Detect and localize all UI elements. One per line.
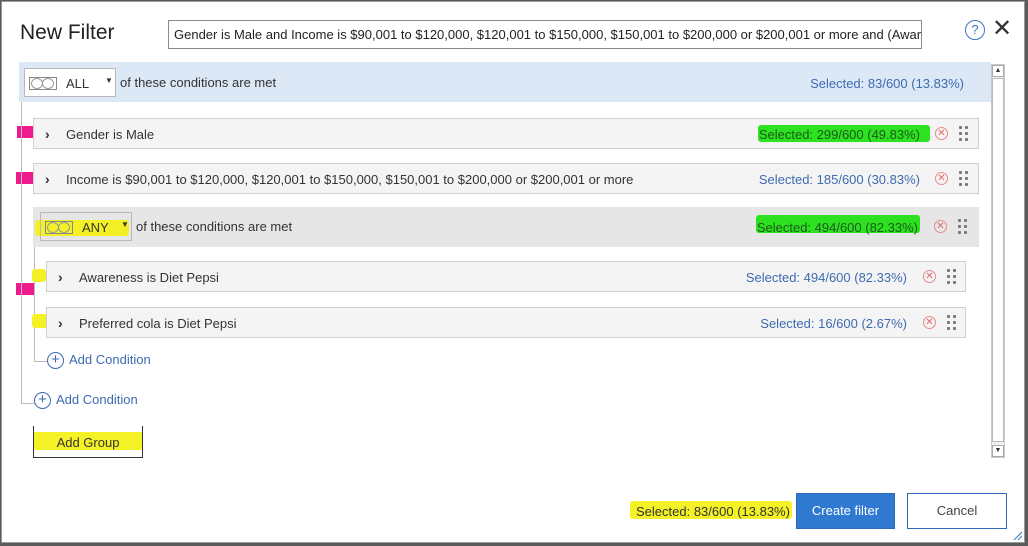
drag-handle-icon[interactable] [959,171,969,187]
condition-label: Preferred cola is Diet Pepsi [79,316,237,331]
highlight-mark [32,269,46,282]
condition-label: Gender is Male [66,127,155,142]
highlight-mark [16,283,34,295]
tree-connector [34,361,48,362]
caret-down-icon: ▼ [105,76,113,85]
new-filter-dialog: New Filter Gender is Male and Income is … [1,1,1025,543]
remove-circle-icon[interactable]: ✕ [935,127,948,140]
root-group-selected: Selected: 83/600 (13.83%) [810,76,964,91]
condition-selected: Selected: 16/600 (2.67%) [760,316,907,331]
add-group-button[interactable]: Add Group [33,426,143,458]
add-condition-label: Add Condition [69,352,151,367]
venn-icon [29,77,57,90]
condition-row[interactable]: › Gender is Male Selected: 299/600 (49.8… [33,118,979,149]
chevron-right-icon[interactable]: › [58,315,63,331]
condition-selected: Selected: 299/600 (49.83%) [758,127,920,142]
add-condition-root[interactable]: + Add Condition [34,392,138,410]
filter-summary-field[interactable]: Gender is Male and Income is $90,001 to … [168,20,922,49]
help-icon[interactable]: ? [965,20,985,40]
scroll-down-icon[interactable]: ▼ [992,445,1004,457]
sub-operator-dropdown[interactable]: ANY ▼ [40,212,132,241]
cancel-button[interactable]: Cancel [907,493,1007,529]
close-icon[interactable]: ✕ [992,17,1012,41]
venn-icon [45,221,73,234]
drag-handle-icon[interactable] [947,269,957,285]
chevron-right-icon[interactable]: › [45,171,50,187]
remove-circle-icon[interactable]: ✕ [934,220,947,233]
condition-selected: Selected: 494/600 (82.33%) [745,270,907,285]
sub-group-label: of these conditions are met [136,219,293,234]
sub-group-selected: Selected: 494/600 (82.33%) [756,220,918,235]
condition-row[interactable]: › Income is $90,001 to $120,000, $120,00… [33,163,979,194]
tree-connector [34,247,35,362]
plus-circle-icon: + [47,352,64,370]
remove-circle-icon[interactable]: ✕ [923,270,936,283]
vertical-scrollbar[interactable]: ▲ ▼ [991,64,1005,458]
sub-operator-value: ANY [82,220,109,235]
chevron-right-icon[interactable]: › [58,269,63,285]
chevron-right-icon[interactable]: › [45,126,50,142]
add-condition-sub[interactable]: + Add Condition [47,352,151,370]
remove-circle-icon[interactable]: ✕ [935,172,948,185]
condition-selected: Selected: 185/600 (30.83%) [758,172,920,187]
create-filter-button[interactable]: Create filter [796,493,895,529]
tree-connector [21,403,35,404]
sub-condition-row[interactable]: › Awareness is Diet Pepsi Selected: 494/… [46,261,966,292]
root-operator-dropdown[interactable]: ALL ▼ [24,68,116,97]
remove-circle-icon[interactable]: ✕ [923,316,936,329]
add-condition-label: Add Condition [56,392,138,407]
dialog-title: New Filter [20,21,115,44]
tree-connector [21,102,22,404]
plus-circle-icon: + [34,392,51,410]
drag-handle-icon[interactable] [958,219,968,235]
resize-handle-icon[interactable] [1012,530,1022,540]
scrollbar-thumb[interactable] [992,78,1004,442]
sub-condition-row[interactable]: › Preferred cola is Diet Pepsi Selected:… [46,307,966,338]
drag-handle-icon[interactable] [959,126,969,142]
scroll-up-icon[interactable]: ▲ [992,65,1004,77]
drag-handle-icon[interactable] [947,315,957,331]
root-group-label: of these conditions are met [120,75,277,90]
root-operator-value: ALL [66,76,90,91]
condition-label: Income is $90,001 to $120,000, $120,001 … [66,172,634,187]
condition-label: Awareness is Diet Pepsi [79,270,219,285]
caret-down-icon: ▼ [121,220,129,229]
footer-selected-count: Selected: 83/600 (13.83%) [636,504,790,519]
